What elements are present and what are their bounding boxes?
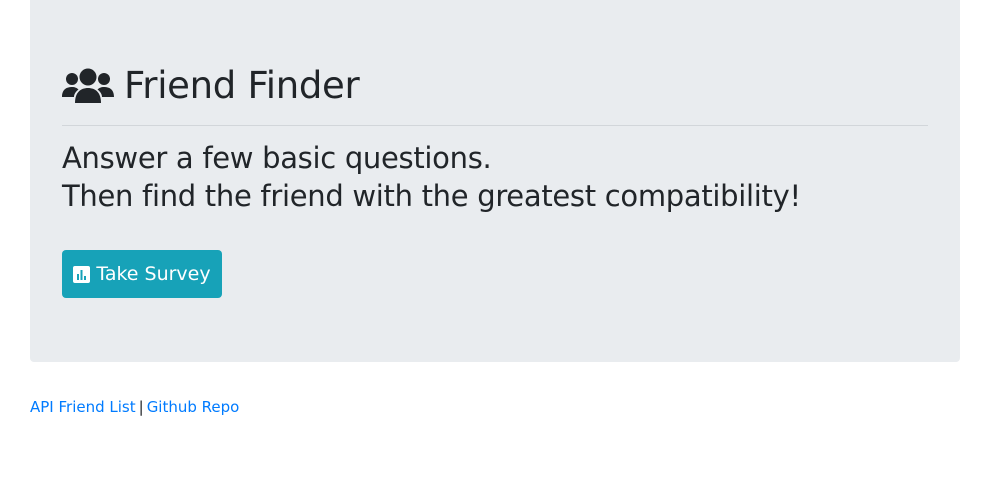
page-title: Friend Finder xyxy=(124,64,360,107)
jumbotron: Friend Finder Answer a few basic questio… xyxy=(30,0,960,362)
github-repo-link[interactable]: Github Repo xyxy=(147,398,240,416)
users-icon xyxy=(62,67,114,105)
footer-separator: | xyxy=(138,398,144,416)
lead-line-2: Then find the friend with the greatest c… xyxy=(62,179,801,213)
divider xyxy=(62,125,928,126)
api-friend-list-link[interactable]: API Friend List xyxy=(30,398,136,416)
bar-chart-icon xyxy=(73,265,91,283)
footer: API Friend List | Github Repo xyxy=(30,397,239,417)
take-survey-label: Take Survey xyxy=(96,263,211,285)
lead-text: Answer a few basic questions. Then find … xyxy=(62,139,942,215)
take-survey-button[interactable]: Take Survey xyxy=(62,250,222,298)
lead-line-1: Answer a few basic questions. xyxy=(62,141,492,175)
page-header: Friend Finder xyxy=(62,64,360,108)
